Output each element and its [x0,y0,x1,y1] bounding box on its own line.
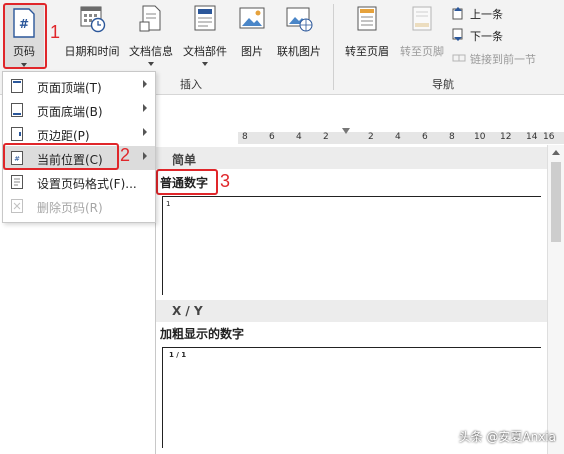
online-picture-button[interactable]: 联机图片 [272,4,326,59]
link-icon [452,54,466,62]
gallery-section-header: 简单 [156,147,548,169]
menu-item-label: 设置页码格式(F)... [37,177,137,191]
ruler-tick: 2 [368,132,374,142]
goto-header-button[interactable]: 转至页眉 [340,4,394,59]
previous-button[interactable]: 上一条 [452,6,552,22]
online-picture-icon [286,7,313,32]
watermark: 头条 @安夏Anxia [458,430,556,444]
menu-item-bottom-of-page[interactable]: 页面底端(B) [3,98,155,122]
goto-footer-icon [412,6,432,31]
quick-parts-button[interactable]: 文档部件 [180,4,230,66]
format-page-number-icon [11,175,23,189]
ruler-tick: 16 [543,132,555,142]
ruler-tick: 6 [269,132,275,142]
section-title-simple: 简单 [172,153,197,167]
preview-text: 1 / 1 [169,351,187,359]
ruler-tick: 10 [474,132,486,142]
document-info-label: 文档信息 [129,45,173,58]
scroll-up-icon[interactable] [552,150,560,155]
menu-item-format-page-numbers[interactable]: 设置页码格式(F)... [3,170,155,194]
submenu-arrow-icon [143,104,147,112]
picture-label: 图片 [241,45,263,58]
highlight-box-3 [156,169,218,195]
document-info-icon [139,5,161,32]
annotation-3: 3 [220,171,231,191]
nav-group-label: 导航 [432,78,454,91]
quick-parts-label: 文档部件 [183,45,227,58]
insert-group-label: 插入 [180,78,202,91]
group-divider [333,4,334,90]
menu-item-label: 页面底端(B) [37,105,103,119]
scrollbar-thumb[interactable] [551,162,561,242]
gallery-item-preview-plain-number[interactable]: 1 [162,196,541,295]
annotation-2: 2 [120,145,131,165]
annotation-1: 1 [50,22,61,42]
page-bottom-icon [11,103,23,117]
submenu-arrow-icon [143,152,147,160]
gallery-section-header: X / Y [156,300,548,322]
goto-header-icon [357,6,377,31]
remove-page-number-icon [11,199,23,213]
submenu-arrow-icon [143,80,147,88]
ruler-tick: 4 [395,132,401,142]
horizontal-ruler: 8 6 4 2 2 4 6 8 10 12 14 16 [238,128,564,144]
page-top-icon [11,79,23,93]
gallery-scrollbar[interactable] [547,145,564,454]
picture-button[interactable]: 图片 [236,4,268,59]
submenu-arrow-icon [143,128,147,136]
ruler-tick: 6 [422,132,428,142]
online-picture-label: 联机图片 [277,45,321,58]
section-title-xy: X / Y [172,304,203,318]
goto-header-label: 转至页眉 [345,45,389,58]
goto-footer-label: 转至页脚 [400,45,444,58]
ruler-tick: 14 [526,132,538,142]
chevron-down-icon [148,62,154,66]
highlight-box-1 [3,3,47,69]
page-number-gallery: 简单 普通数字 3 1 X / Y 加粗显示的数字 1 / 1 [155,145,548,454]
page-margin-icon [11,127,23,141]
next-button[interactable]: 下一条 [452,28,552,44]
link-to-previous-button[interactable]: 链接到前一节 [452,51,558,67]
gallery-item-label-bold-number[interactable]: 加粗显示的数字 [160,325,244,342]
ruler-tick: 2 [323,132,329,142]
indent-marker[interactable] [342,128,350,134]
date-time-button[interactable]: 日期和时间 [62,4,122,59]
ruler-tick: 8 [449,132,455,142]
menu-item-remove-page-numbers[interactable]: 删除页码(R) [3,194,155,218]
picture-icon [239,7,265,29]
highlight-box-2 [3,143,119,170]
previous-label: 上一条 [470,8,503,21]
chevron-down-icon [202,62,208,66]
menu-item-top-of-page[interactable]: 页面顶端(T) [3,74,155,98]
quick-parts-icon [194,5,216,31]
menu-item-label: 删除页码(R) [37,201,103,215]
link-to-previous-label: 链接到前一节 [470,53,536,66]
ruler-tick: 12 [500,132,512,142]
previous-icon [452,7,463,20]
ruler-tick: 4 [296,132,302,142]
calendar-clock-icon [80,6,106,33]
date-time-label: 日期和时间 [64,45,120,58]
menu-item-label: 页面顶端(T) [37,81,102,95]
document-info-button[interactable]: 文档信息 [127,4,175,66]
goto-footer-button[interactable]: 转至页脚 [396,4,448,59]
next-icon [452,28,463,41]
next-label: 下一条 [470,30,503,43]
ruler-tick: 8 [242,132,248,142]
preview-text: 1 [166,200,171,208]
menu-item-label: 页边距(P) [37,129,90,143]
